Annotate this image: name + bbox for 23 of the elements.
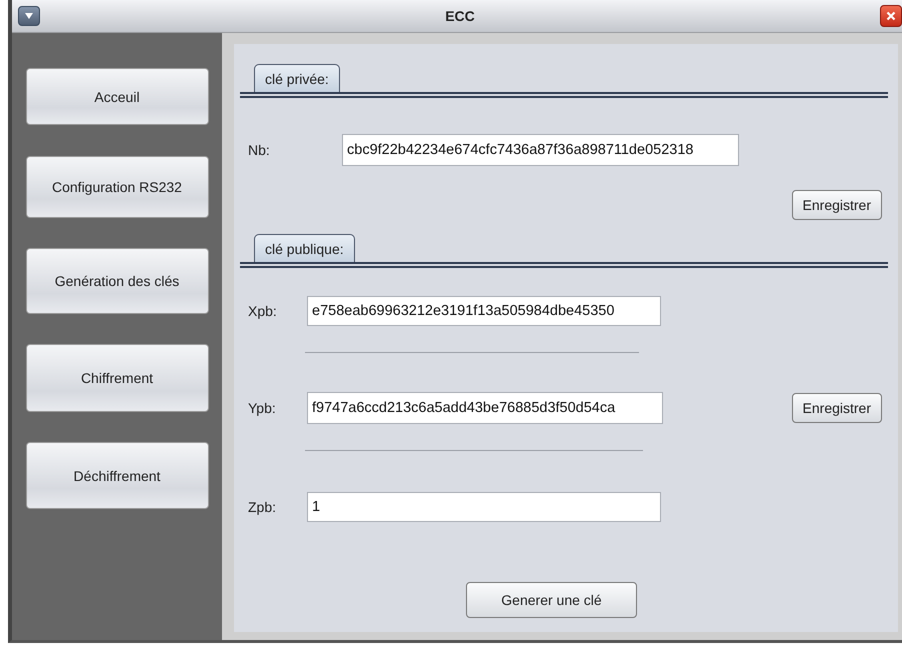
close-icon bbox=[886, 11, 896, 21]
field-label: Ypb: bbox=[248, 400, 277, 416]
close-button[interactable] bbox=[880, 5, 902, 27]
caret-icon bbox=[24, 12, 34, 20]
field-label: Xpb: bbox=[248, 303, 278, 319]
window-menu-button[interactable] bbox=[18, 6, 40, 26]
input-field[interactable]: f9747a6ccd213c6a5add43be76885d3f50d54ca bbox=[307, 392, 663, 424]
input-field[interactable]: e758eab69963212e3191f13a505984dbe45350 bbox=[307, 296, 661, 326]
input-field[interactable]: 1 bbox=[307, 492, 661, 522]
field-label: Nb: bbox=[248, 142, 271, 158]
sidebar-button[interactable]: Chiffrement bbox=[26, 344, 208, 412]
save-button[interactable]: Enregistrer bbox=[792, 393, 882, 423]
save-button[interactable]: Enregistrer bbox=[792, 190, 882, 220]
sidebar-button[interactable]: Acceuil bbox=[26, 68, 208, 125]
section-tab[interactable]: clé privée: bbox=[254, 64, 340, 92]
section-tab[interactable]: clé publique: bbox=[254, 234, 355, 262]
sidebar-button[interactable]: Configuration RS232 bbox=[26, 156, 208, 218]
field-label: Zpb: bbox=[248, 499, 278, 515]
input-field[interactable]: cbc9f22b42234e674cfc7436a87f36a898711de052318 bbox=[342, 134, 739, 166]
sidebar-button[interactable]: Genération des clés bbox=[26, 248, 208, 314]
window-title: ECC bbox=[444, 8, 476, 24]
generate-key-button[interactable]: Generer une clé bbox=[466, 582, 637, 618]
sidebar-button[interactable]: Déchiffrement bbox=[26, 442, 208, 509]
